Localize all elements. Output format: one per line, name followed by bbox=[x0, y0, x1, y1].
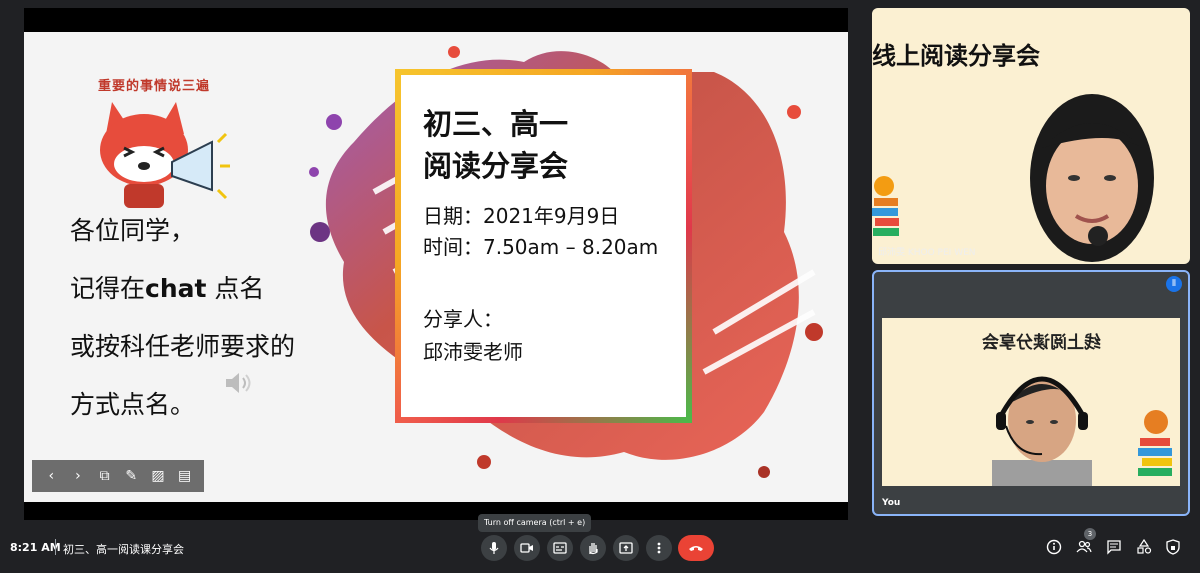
chat-icon bbox=[1107, 540, 1121, 555]
presentation-stage: 重要的事情说三遍 各位同学， 记得在chat 点名 或按科任老师要求的 方式点名… bbox=[24, 8, 848, 520]
people-icon bbox=[1076, 540, 1092, 553]
more-options-button[interactable] bbox=[646, 535, 672, 561]
raise-hand-icon bbox=[589, 543, 598, 555]
participant-tile-self[interactable]: ⦀ 线上阅读分享会 You bbox=[872, 270, 1190, 516]
copy-icon[interactable]: ⧉ bbox=[95, 466, 115, 486]
host-avatar bbox=[1030, 94, 1154, 262]
host-banner-text: 线上阅读分享会 bbox=[872, 41, 1040, 70]
camera-button[interactable] bbox=[514, 535, 540, 561]
camera-icon bbox=[520, 543, 533, 553]
audio-level-icon: ⦀ bbox=[1166, 276, 1182, 292]
slide-menu-icon[interactable]: ▤ bbox=[175, 466, 195, 486]
book-stack-graphic bbox=[872, 176, 899, 236]
book-stack-graphic-self bbox=[1138, 410, 1172, 476]
notice-line-2: 记得在chat 点名 bbox=[70, 274, 265, 303]
captions-button[interactable] bbox=[547, 535, 573, 561]
event-time: 时间：7.50am – 8.20am bbox=[423, 235, 659, 259]
mic-button[interactable] bbox=[481, 535, 507, 561]
highlighter-icon[interactable]: ▨ bbox=[148, 466, 168, 486]
slide-controls: ‹ › ⧉ ✎ ▨ ▤ bbox=[32, 460, 204, 492]
host-controls-button[interactable] bbox=[1164, 538, 1182, 556]
mic-icon bbox=[489, 542, 499, 554]
attendance-notice: 各位同学， 记得在chat 点名 或按科任老师要求的 方式点名。 bbox=[70, 202, 370, 434]
notice-line-1: 各位同学， bbox=[70, 216, 196, 245]
divider bbox=[55, 539, 56, 555]
host-name-label: 邱沛雯 KHOO PEI WEN bbox=[878, 248, 976, 258]
present-icon bbox=[619, 542, 633, 554]
event-datetime: 日期：2021年9月9日 时间：7.50am – 8.20am bbox=[423, 201, 658, 263]
self-banner-text: 线上阅读分享会 bbox=[982, 333, 1101, 353]
event-date: 日期：2021年9月9日 bbox=[423, 204, 620, 228]
meeting-title: 初三、高一阅读课分享会 bbox=[63, 543, 184, 556]
captions-icon bbox=[553, 542, 567, 554]
self-video-feed: 线上阅读分享会 bbox=[882, 318, 1180, 486]
more-options-icon bbox=[657, 542, 661, 554]
host-controls-icon bbox=[1166, 539, 1180, 555]
info-icon bbox=[1046, 539, 1062, 555]
sharer-name: 邱沛雯老师 bbox=[423, 340, 523, 364]
speaker-icon bbox=[226, 373, 251, 393]
event-title: 初三、高一 阅读分享会 bbox=[423, 107, 569, 183]
next-slide-icon[interactable]: › bbox=[68, 466, 88, 486]
people-button[interactable] bbox=[1075, 538, 1093, 556]
hangup-icon bbox=[689, 546, 703, 551]
event-card: 初三、高一 阅读分享会 日期：2021年9月9日 时间：7.50am – 8.2… bbox=[395, 69, 692, 423]
sharer-label: 分享人： bbox=[423, 307, 503, 331]
participant-tile-host[interactable]: 线上阅读分享会 邱沛雯 KHOO PEI WEN bbox=[872, 8, 1190, 264]
event-sharer: 分享人： 邱沛雯老师 bbox=[423, 303, 523, 369]
activities-button[interactable] bbox=[1135, 538, 1153, 556]
meeting-details-button[interactable] bbox=[1045, 538, 1063, 556]
participants-count-badge: 3 bbox=[1084, 528, 1096, 540]
self-name-label: You bbox=[882, 498, 901, 508]
cartoon-fox-megaphone-image bbox=[100, 102, 230, 208]
host-video-feed: 线上阅读分享会 bbox=[872, 8, 1190, 264]
camera-tooltip: Turn off camera (ctrl + e) bbox=[478, 514, 592, 532]
activities-icon bbox=[1137, 539, 1152, 554]
present-button[interactable] bbox=[613, 535, 639, 561]
leave-call-button[interactable] bbox=[678, 535, 714, 561]
notice-line-3: 或按科任老师要求的 bbox=[70, 332, 296, 361]
clock: 8:21 AM bbox=[10, 541, 61, 554]
meet-window: 重要的事情说三遍 各位同学， 记得在chat 点名 或按科任老师要求的 方式点名… bbox=[0, 0, 1200, 573]
meeting-toolbar: 8:21 AM 初三、高一阅读课分享会 Turn off camera (ctr… bbox=[0, 514, 1200, 573]
shared-slide: 重要的事情说三遍 各位同学， 记得在chat 点名 或按科任老师要求的 方式点名… bbox=[24, 32, 848, 502]
pen-icon[interactable]: ✎ bbox=[121, 466, 141, 486]
chat-button[interactable] bbox=[1105, 538, 1123, 556]
raise-hand-button[interactable] bbox=[580, 535, 606, 561]
prev-slide-icon[interactable]: ‹ bbox=[41, 466, 61, 486]
self-avatar bbox=[992, 376, 1092, 486]
notice-line-4: 方式点名。 bbox=[70, 390, 196, 419]
